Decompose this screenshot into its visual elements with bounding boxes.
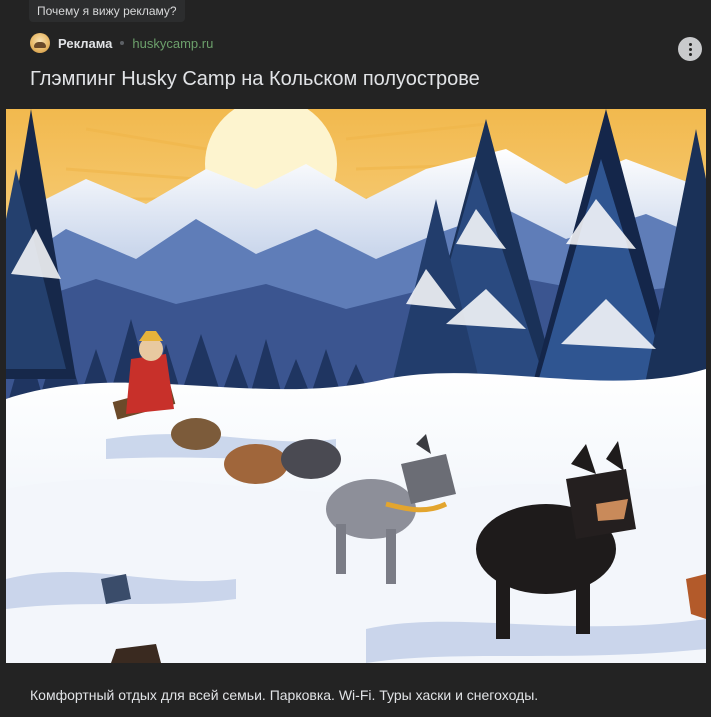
ad-post-card: Почему я вижу рекламу? Реклама huskycamp… bbox=[0, 0, 711, 717]
more-options-button[interactable] bbox=[678, 37, 702, 61]
husky-sled-illustration bbox=[6, 109, 706, 663]
ad-image[interactable] bbox=[6, 109, 706, 663]
more-vertical-icon bbox=[688, 42, 692, 46]
post-caption: Комфортный отдых для всей семьи. Парковк… bbox=[30, 687, 539, 703]
ad-label: Реклама bbox=[58, 35, 113, 51]
advertiser-domain-link[interactable]: huskycamp.ru bbox=[132, 36, 213, 51]
why-am-i-seeing-ad-button[interactable]: Почему я вижу рекламу? bbox=[29, 0, 185, 22]
husky-avatar-icon[interactable] bbox=[30, 33, 50, 53]
post-title[interactable]: Глэмпинг Husky Camp на Кольском полуостр… bbox=[30, 66, 480, 92]
separator-dot bbox=[120, 41, 125, 45]
ad-header: Реклама huskycamp.ru bbox=[30, 32, 213, 54]
